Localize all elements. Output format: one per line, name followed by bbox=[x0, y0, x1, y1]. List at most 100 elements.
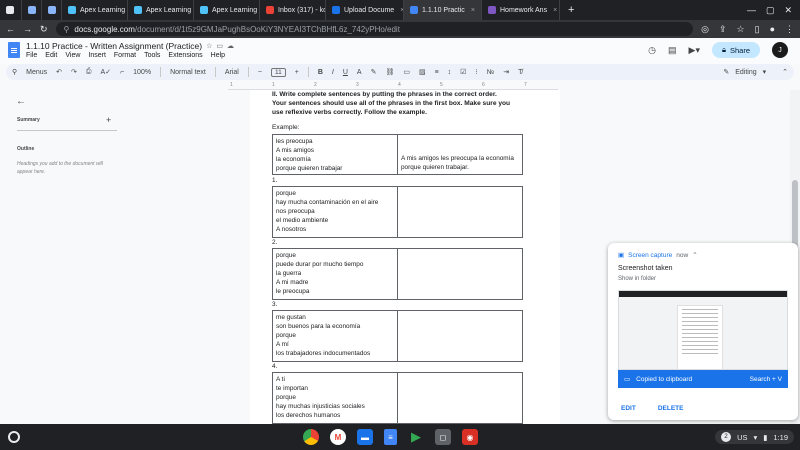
font-select[interactable]: Arial bbox=[225, 69, 239, 76]
reload-icon[interactable]: ↻ bbox=[40, 24, 48, 35]
menus-search-label[interactable]: Menus bbox=[26, 69, 47, 76]
delete-button[interactable]: DELETE bbox=[658, 405, 684, 412]
answer-cell[interactable] bbox=[398, 249, 522, 299]
status-tray[interactable]: 2 US ▾ ▮ 1:19 bbox=[715, 430, 794, 444]
spellcheck-icon[interactable]: A✓ bbox=[101, 68, 112, 76]
minimize-icon[interactable]: — bbox=[747, 5, 756, 16]
document-title[interactable]: 1.1.10 Practice - Written Assignment (Pr… bbox=[26, 41, 202, 51]
forward-arrow-icon[interactable]: → bbox=[23, 24, 32, 34]
version-history-icon[interactable]: ◷ bbox=[648, 45, 656, 56]
zoom-select[interactable]: 100% bbox=[133, 69, 151, 76]
browser-tab[interactable]: 1.1.10 Practic × bbox=[404, 0, 482, 20]
indent-icon[interactable]: ⇥ bbox=[503, 68, 509, 76]
add-summary-icon[interactable]: + bbox=[106, 115, 111, 125]
docs-app-icon[interactable]: ≡ bbox=[384, 429, 397, 445]
screenshot-thumbnail[interactable] bbox=[618, 290, 788, 370]
menu-insert[interactable]: Insert bbox=[88, 52, 106, 59]
checklist-icon[interactable]: ☑ bbox=[460, 68, 466, 76]
increase-font-icon[interactable]: + bbox=[295, 69, 299, 76]
browser-tab[interactable]: Inbox (317) - ko× bbox=[260, 0, 326, 20]
menu-file[interactable]: File bbox=[26, 52, 37, 59]
answer-cell[interactable] bbox=[398, 187, 522, 237]
chrome-app-icon[interactable] bbox=[303, 429, 319, 445]
profile-icon[interactable]: ● bbox=[770, 24, 775, 35]
answer-cell[interactable] bbox=[398, 311, 522, 361]
google-lens-icon[interactable]: ◎ bbox=[701, 24, 709, 35]
browser-tab[interactable]: Apex Learning× bbox=[128, 0, 194, 20]
align-icon[interactable]: ≡ bbox=[435, 69, 439, 76]
browser-tab[interactable] bbox=[0, 0, 22, 20]
text-color-icon[interactable]: A bbox=[357, 69, 362, 76]
scrollbar-thumb[interactable] bbox=[792, 180, 798, 250]
move-folder-icon[interactable]: ▭ bbox=[216, 42, 223, 50]
camera-app-icon[interactable]: ◻ bbox=[435, 429, 451, 445]
close-tab-icon[interactable]: × bbox=[471, 7, 475, 14]
bookmark-star-icon[interactable]: ☆ bbox=[737, 24, 745, 35]
launcher-icon[interactable] bbox=[8, 431, 20, 443]
close-outline-arrow-icon[interactable]: ← bbox=[16, 96, 26, 107]
browser-tab[interactable]: Apex Learning× bbox=[194, 0, 260, 20]
browser-tab[interactable]: Upload Docume × bbox=[326, 0, 404, 20]
edit-button[interactable]: EDIT bbox=[621, 405, 636, 412]
horizontal-ruler[interactable]: 1 1 2 3 4 5 6 7 bbox=[228, 82, 558, 90]
meet-icon[interactable]: ▶▾ bbox=[689, 45, 700, 56]
highlight-icon[interactable]: ✎ bbox=[371, 68, 377, 76]
print-icon[interactable]: ⎙ bbox=[86, 68, 92, 76]
answer-cell[interactable]: A mis amigos les preocupa la economía por… bbox=[398, 135, 522, 174]
collapse-toolbar-icon[interactable]: ⌃ bbox=[782, 68, 788, 76]
screenshot-notification[interactable]: ▣ Screen capture now ⌃ Screenshot taken … bbox=[608, 243, 798, 420]
paint-format-icon[interactable]: ⌐ bbox=[120, 69, 124, 76]
browser-tab[interactable]: Apex Learning× bbox=[62, 0, 128, 20]
underline-icon[interactable]: U bbox=[343, 69, 348, 76]
more-menu-icon[interactable]: ⋮ bbox=[785, 24, 794, 35]
side-panel-icon[interactable]: ▯ bbox=[755, 24, 760, 35]
phrases-cell[interactable]: me gustan son buenos para la economía porq… bbox=[273, 311, 398, 361]
bullet-list-icon[interactable]: ⁝ bbox=[475, 68, 477, 76]
files-app-icon[interactable]: ▬ bbox=[357, 429, 373, 445]
style-select[interactable]: Normal text bbox=[170, 69, 206, 76]
bold-icon[interactable]: B bbox=[318, 69, 323, 76]
answer-cell[interactable] bbox=[398, 373, 522, 423]
menu-format[interactable]: Format bbox=[114, 52, 136, 59]
new-tab-button[interactable]: + bbox=[560, 4, 582, 16]
menu-tools[interactable]: Tools bbox=[144, 52, 160, 59]
gmail-app-icon[interactable]: M bbox=[330, 429, 346, 445]
menu-edit[interactable]: Edit bbox=[45, 52, 57, 59]
comment-icon[interactable]: ▭ bbox=[403, 68, 410, 76]
browser-tab[interactable]: Homework Ans × bbox=[482, 0, 560, 20]
phrases-cell[interactable]: les preocupa A mis amigos la economía porqu… bbox=[273, 135, 398, 174]
close-tab-icon[interactable]: × bbox=[553, 7, 557, 14]
docs-logo-icon[interactable] bbox=[8, 42, 20, 58]
browser-tab[interactable] bbox=[22, 0, 42, 20]
screen-recorder-icon[interactable]: ◉ bbox=[462, 429, 478, 445]
undo-icon[interactable]: ↶ bbox=[56, 68, 62, 76]
numbered-list-icon[interactable]: № bbox=[487, 69, 495, 76]
url-field[interactable]: ⚲ docs.google.com/document/d/1t5z9GMJaPu… bbox=[55, 22, 694, 36]
phrases-cell[interactable]: A ti te importan porque hay muchas injustic… bbox=[273, 373, 398, 423]
menu-extensions[interactable]: Extensions bbox=[168, 52, 202, 59]
link-icon[interactable]: ⛓ bbox=[385, 68, 394, 76]
search-menus-icon[interactable]: ⚲ bbox=[12, 68, 17, 76]
chevron-up-icon[interactable]: ⌃ bbox=[692, 251, 697, 259]
document-page[interactable]: II. Write complete sentences by putting … bbox=[250, 90, 560, 424]
avatar[interactable]: J bbox=[772, 42, 788, 58]
italic-icon[interactable]: I bbox=[332, 69, 334, 76]
menu-help[interactable]: Help bbox=[211, 52, 225, 59]
close-window-icon[interactable]: ✕ bbox=[784, 5, 792, 16]
image-icon[interactable]: ▨ bbox=[419, 68, 426, 76]
comments-icon[interactable]: ▤ bbox=[668, 45, 677, 56]
show-in-folder-link[interactable]: Show in folder bbox=[618, 276, 656, 282]
phrases-cell[interactable]: porque hay mucha contaminación en el aire… bbox=[273, 187, 398, 237]
menu-view[interactable]: View bbox=[65, 52, 80, 59]
phrases-cell[interactable]: porque puede durar por mucho tiempo la gue… bbox=[273, 249, 398, 299]
browser-tab[interactable] bbox=[42, 0, 62, 20]
cloud-status-icon[interactable]: ☁ bbox=[227, 42, 234, 50]
play-store-icon[interactable]: ▶ bbox=[408, 429, 424, 445]
decrease-font-icon[interactable]: − bbox=[258, 69, 262, 76]
back-arrow-icon[interactable]: ← bbox=[6, 24, 15, 34]
redo-icon[interactable]: ↷ bbox=[71, 68, 77, 76]
maximize-icon[interactable]: ▢ bbox=[766, 5, 775, 16]
site-info-icon[interactable]: ⚲ bbox=[64, 25, 70, 34]
star-icon[interactable]: ☆ bbox=[206, 42, 212, 50]
share-button[interactable]: 🔒︎ Share bbox=[711, 42, 760, 58]
